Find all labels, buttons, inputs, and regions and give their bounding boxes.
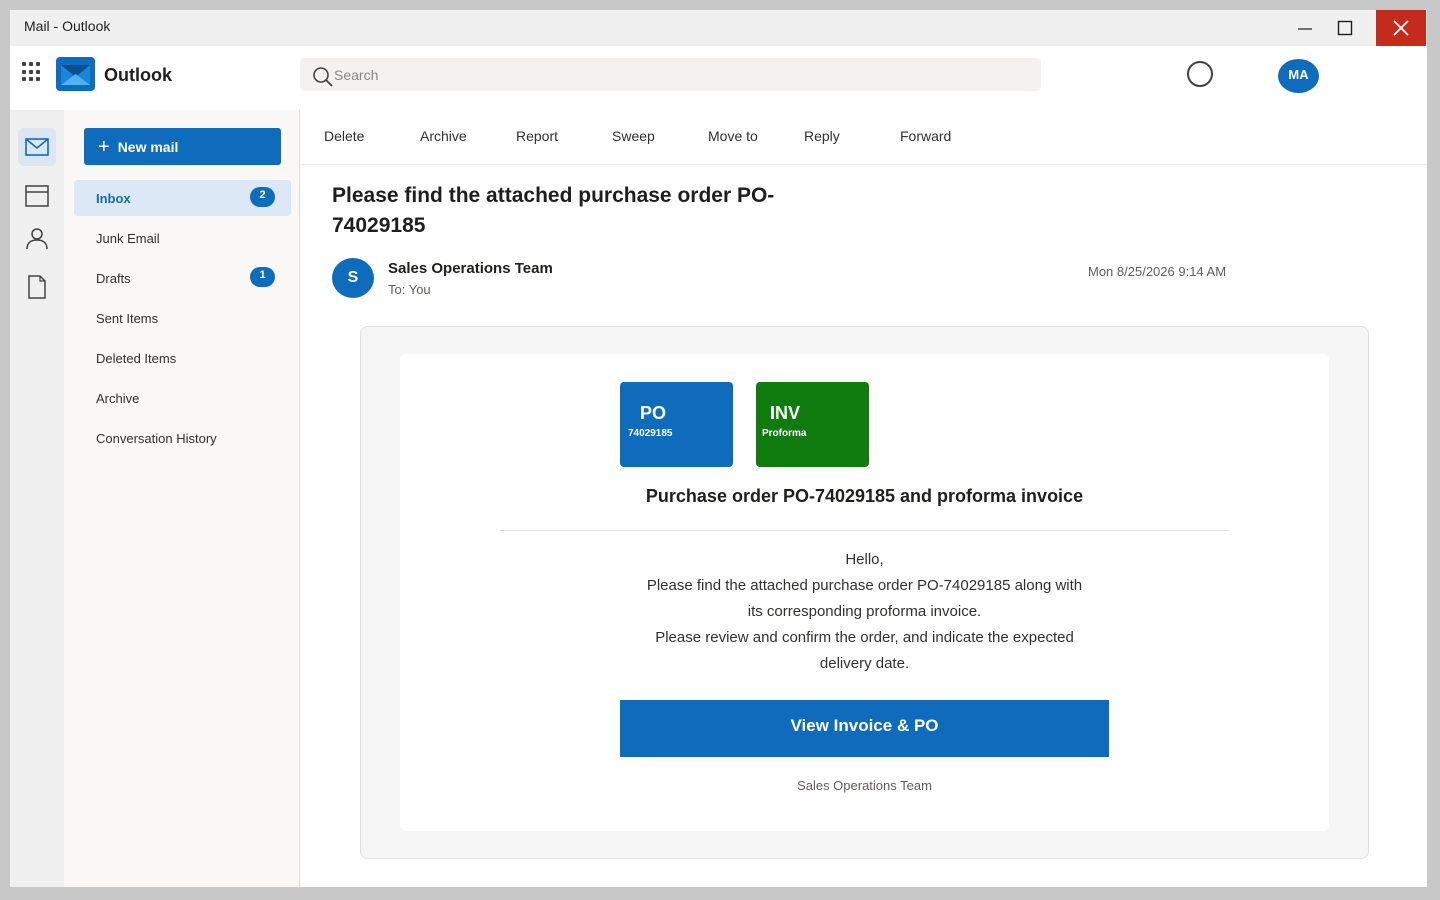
delete-button[interactable]: Delete [324,128,364,144]
recipient-line: To: You [388,282,431,297]
minimize-icon [1298,28,1312,30]
invoice-tile-title: INV [770,403,801,423]
message-body-card: PO 74029185 INV Proforma Purchase order … [400,354,1329,831]
maximize-icon [1337,20,1353,36]
body-line: delivery date. [819,655,910,672]
folder-label: Junk Email [96,230,160,246]
folder-label: Conversation History [96,430,217,446]
report-button[interactable]: Report [516,128,558,144]
po-tile-title: PO [640,403,667,423]
folder-deleted-items[interactable]: Deleted Items [74,340,291,376]
folder-junk-email[interactable]: Junk Email [74,220,291,256]
window-title: Mail - Outlook [24,18,111,34]
sweep-button[interactable]: Sweep [612,128,655,144]
rail-people[interactable] [18,219,56,257]
body-heading: Purchase order PO-74029185 and proforma … [645,486,1084,506]
title-bar: Mail - Outlook [10,10,1427,46]
new-mail-label: New mail [117,138,179,155]
move-to-button[interactable]: Move to [708,128,758,144]
app-header: Outlook MA [10,46,1427,110]
folder-pane: + New mail Inbox 2 Junk Email Drafts 1 S… [64,110,300,887]
folder-label: Inbox [96,190,131,206]
body-line: Hello, [845,551,884,568]
rail-calendar[interactable] [18,177,56,215]
message-date: Mon 8/25/2026 9:14 AM [1088,264,1227,279]
message-subject: Please find the attached purchase order … [332,184,775,237]
search-box[interactable] [300,58,1041,91]
folder-drafts[interactable]: Drafts 1 [74,260,291,296]
reading-pane: Please find the attached purchase order … [301,165,1427,887]
drafts-badge: 1 [250,267,275,287]
folder-label: Archive [96,390,140,406]
search-input[interactable] [334,58,1024,91]
presence-status-icon[interactable] [1187,61,1213,87]
folder-inbox[interactable]: Inbox 2 [74,180,291,216]
body-divider [500,530,1229,531]
folder-label: Drafts [96,270,131,286]
folder-conversation-history[interactable]: Conversation History [74,420,291,456]
command-bar: Delete Archive Report Sweep Move to Repl… [301,110,1427,165]
app-launcher-icon[interactable] [22,62,42,82]
folder-sent-items[interactable]: Sent Items [74,300,291,336]
user-avatar[interactable]: MA [1278,59,1319,93]
outlook-logo-icon [56,57,95,91]
rail-files[interactable] [18,268,56,306]
people-icon [26,228,48,250]
archive-button[interactable]: Archive [420,128,467,144]
body-line: Please find the attached purchase order … [646,577,1083,594]
sender-name[interactable]: Sales Operations Team [388,260,553,277]
message-body-frame: PO 74029185 INV Proforma Purchase order … [360,326,1369,859]
body-line: Please review and confirm the order, and… [655,629,1074,646]
forward-button[interactable]: Forward [900,128,951,144]
invoice-tile: INV Proforma [756,382,869,467]
app-name: Outlook [104,65,172,85]
reply-button[interactable]: Reply [804,128,840,144]
view-invoice-button[interactable]: View Invoice & PO [620,700,1109,757]
close-icon [1393,20,1409,36]
search-icon [313,67,333,87]
folder-label: Sent Items [96,310,159,326]
sender-avatar[interactable]: S [332,258,374,298]
outlook-window: Mail - Outlook Outlook Search MA + New m… [10,10,1427,887]
body-line: its corresponding proforma invoice. [747,603,982,620]
maximize-button[interactable] [1320,10,1370,46]
unread-badge: 2 [250,187,275,207]
signature: Sales Operations Team [797,778,932,793]
app-rail [10,110,64,887]
calendar-icon [25,185,49,207]
po-tile-number: 74029185 [628,428,673,439]
new-mail-button[interactable]: + New mail [84,128,281,165]
po-tile: PO 74029185 [620,382,733,467]
invoice-tile-subtitle: Proforma [762,428,807,439]
files-icon [28,275,46,299]
folder-archive[interactable]: Archive [74,380,291,416]
plus-icon: + [98,135,110,158]
folder-label: Deleted Items [96,350,177,366]
mail-icon [25,138,49,156]
close-button[interactable] [1376,10,1426,46]
rail-mail[interactable] [18,128,56,166]
